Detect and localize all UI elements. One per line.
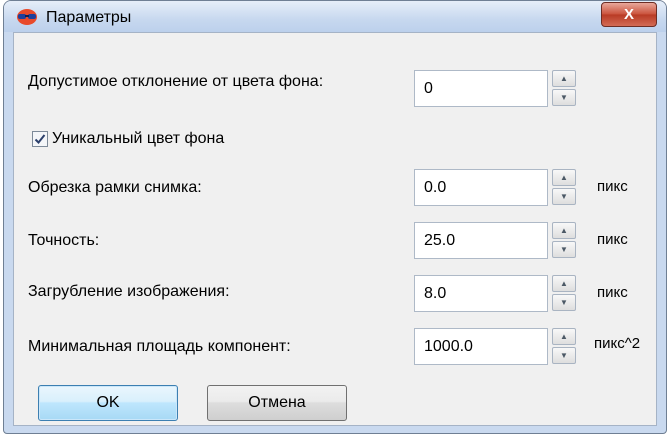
title-bar[interactable]: Параметры X bbox=[4, 1, 666, 32]
frame-crop-input[interactable]: 0.0 bbox=[414, 169, 548, 206]
window-title: Параметры bbox=[46, 9, 132, 26]
checkmark-icon bbox=[34, 134, 46, 144]
coarsening-spin-down-button[interactable]: ▼ bbox=[552, 294, 576, 311]
triangle-down-icon: ▼ bbox=[560, 192, 568, 201]
unique-bg-checkbox[interactable] bbox=[32, 131, 48, 147]
triangle-up-icon: ▲ bbox=[560, 74, 568, 83]
glasses-icon bbox=[16, 8, 38, 26]
tolerance-spin-up-button[interactable]: ▲ bbox=[552, 70, 576, 87]
unique-bg-label: Уникальный цвет фона bbox=[52, 130, 225, 147]
dialog-content: Допустимое отклонение от цвета фона: 0 ▲… bbox=[13, 32, 657, 426]
accuracy-spin-up-button[interactable]: ▲ bbox=[552, 222, 576, 239]
triangle-down-icon: ▼ bbox=[560, 298, 568, 307]
accuracy-spin-down-button[interactable]: ▼ bbox=[552, 241, 576, 258]
close-icon: X bbox=[623, 6, 634, 23]
accuracy-unit: пикс bbox=[597, 231, 628, 248]
ok-button[interactable]: OK bbox=[38, 385, 178, 421]
frame-crop-spin-down-button[interactable]: ▼ bbox=[552, 188, 576, 205]
frame-crop-spin-up-button[interactable]: ▲ bbox=[552, 169, 576, 186]
min-area-spinbox: 1000.0 ▲ ▼ bbox=[414, 328, 580, 365]
coarsening-spin-up-button[interactable]: ▲ bbox=[552, 275, 576, 292]
triangle-up-icon: ▲ bbox=[560, 332, 568, 341]
triangle-up-icon: ▲ bbox=[560, 279, 568, 288]
frame-crop-spinbox: 0.0 ▲ ▼ bbox=[414, 169, 580, 206]
accuracy-spinbox: 25.0 ▲ ▼ bbox=[414, 222, 580, 259]
min-area-input[interactable]: 1000.0 bbox=[414, 328, 548, 365]
cancel-button[interactable]: Отмена bbox=[207, 385, 347, 421]
coarsening-spinbox: 8.0 ▲ ▼ bbox=[414, 275, 580, 312]
frame-crop-unit: пикс bbox=[597, 178, 628, 195]
coarsening-input[interactable]: 8.0 bbox=[414, 275, 548, 312]
triangle-down-icon: ▼ bbox=[560, 245, 568, 254]
accuracy-input[interactable]: 25.0 bbox=[414, 222, 548, 259]
triangle-down-icon: ▼ bbox=[560, 93, 568, 102]
min-area-spin-up-button[interactable]: ▲ bbox=[552, 328, 576, 345]
tolerance-input[interactable]: 0 bbox=[414, 70, 548, 107]
min-area-label: Минимальная площадь компонент: bbox=[28, 338, 291, 355]
frame-crop-label: Обрезка рамки снимка: bbox=[28, 179, 202, 196]
coarsening-label: Загрубление изображения: bbox=[28, 283, 230, 300]
triangle-up-icon: ▲ bbox=[560, 226, 568, 235]
tolerance-spinbox: 0 ▲ ▼ bbox=[414, 70, 580, 107]
close-button[interactable]: X bbox=[601, 2, 657, 27]
tolerance-label: Допустимое отклонение от цвета фона: bbox=[28, 73, 324, 90]
min-area-unit: пикс^2 bbox=[594, 335, 641, 352]
accuracy-label: Точность: bbox=[28, 232, 100, 249]
triangle-down-icon: ▼ bbox=[560, 351, 568, 360]
dialog-window: Параметры X Допустимое отклонение от цве… bbox=[3, 0, 667, 434]
tolerance-spin-down-button[interactable]: ▼ bbox=[552, 89, 576, 106]
min-area-spin-down-button[interactable]: ▼ bbox=[552, 347, 576, 364]
coarsening-unit: пикс bbox=[597, 284, 628, 301]
triangle-up-icon: ▲ bbox=[560, 173, 568, 182]
